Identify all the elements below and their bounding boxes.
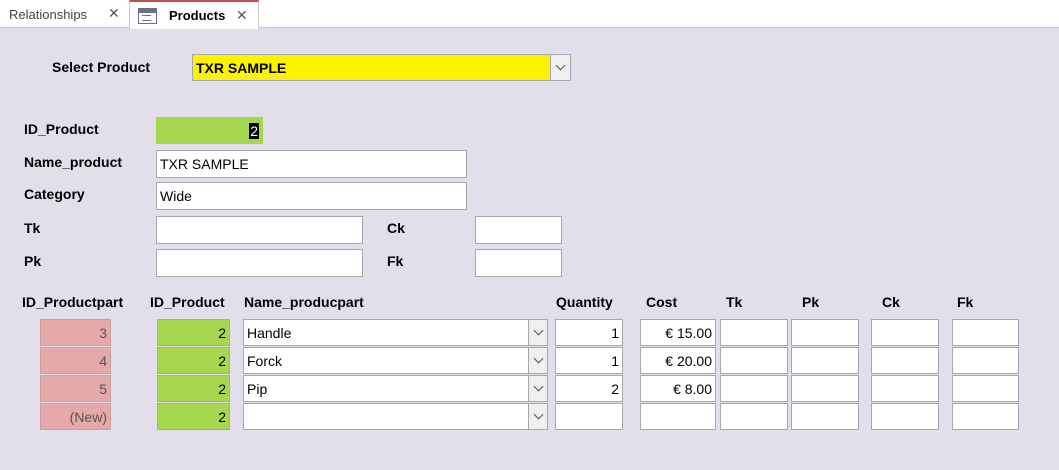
quantity-cell-value: 2 <box>611 380 619 397</box>
chevron-down-icon <box>533 353 543 364</box>
id-product-cell-value: 2 <box>218 352 226 369</box>
pk-label: Pk <box>24 253 42 269</box>
tk-cell[interactable] <box>720 347 788 374</box>
quantity-cell-value: 1 <box>611 324 619 341</box>
tab-products[interactable]: Products ✕ <box>129 0 259 29</box>
tab-relationships[interactable]: Relationships ✕ <box>0 0 128 28</box>
id-productpart-cell[interactable]: 3 <box>40 319 111 346</box>
name-producpart-dropdown-button[interactable] <box>528 347 548 374</box>
name-product-label: Name_product <box>24 154 123 170</box>
tk-cell[interactable] <box>720 375 788 402</box>
tab-relationships-label: Relationships <box>9 6 88 22</box>
id-product-cell[interactable]: 2 <box>157 347 230 374</box>
close-icon[interactable]: ✕ <box>236 7 248 24</box>
ck-label: Ck <box>387 220 405 236</box>
id-product-cell[interactable]: 2 <box>157 319 230 346</box>
quantity-cell[interactable]: 1 <box>555 319 623 346</box>
ck-cell[interactable] <box>871 375 939 402</box>
ck-cell[interactable] <box>871 403 939 430</box>
name-producpart-cell[interactable]: Handle <box>243 319 529 346</box>
pk-field[interactable] <box>156 249 363 277</box>
id-productpart-cell[interactable]: 4 <box>40 347 111 374</box>
column-header-pk: Pk <box>802 294 820 310</box>
tk-field[interactable] <box>156 216 363 244</box>
column-header-name-producpart: Name_producpart <box>244 294 364 310</box>
fk-cell[interactable] <box>952 347 1019 374</box>
select-product-dropdown-button[interactable] <box>550 54 571 81</box>
name-producpart-cell[interactable]: Forck <box>243 347 529 374</box>
id-product-field[interactable]: 2 <box>156 117 263 144</box>
cost-cell[interactable]: € 15.00 <box>640 319 716 346</box>
quantity-cell[interactable]: 1 <box>555 347 623 374</box>
id-productpart-cell-value: 5 <box>99 380 107 397</box>
pk-cell[interactable] <box>791 403 859 430</box>
category-field[interactable]: Wide <box>156 182 467 210</box>
cost-cell[interactable] <box>640 403 716 430</box>
name-producpart-dropdown-button[interactable] <box>528 319 548 346</box>
fk-label: Fk <box>387 253 404 269</box>
name-producpart-dropdown-button[interactable] <box>528 403 548 430</box>
fk-cell[interactable] <box>952 403 1019 430</box>
ck-cell[interactable] <box>871 319 939 346</box>
form-icon <box>138 7 157 24</box>
pk-cell[interactable] <box>791 347 859 374</box>
category-value: Wide <box>160 188 192 204</box>
ck-cell[interactable] <box>871 347 939 374</box>
id-product-cell-value: 2 <box>218 324 226 341</box>
cost-cell-value: € 15.00 <box>665 324 712 341</box>
fk-cell[interactable] <box>952 375 1019 402</box>
name-producpart-cell[interactable] <box>243 403 529 430</box>
name-product-value: TXR SAMPLE <box>160 156 249 172</box>
id-productpart-cell-value: (New) <box>69 408 107 425</box>
column-header-fk: Fk <box>957 294 974 310</box>
quantity-cell[interactable] <box>555 403 623 430</box>
tk-cell[interactable] <box>720 319 788 346</box>
id-product-cell[interactable]: 2 <box>157 403 230 430</box>
id-productpart-cell[interactable]: (New) <box>40 403 111 430</box>
quantity-cell-value: 1 <box>611 352 619 369</box>
id-product-cell-value: 2 <box>218 408 226 425</box>
column-header-id-product: ID_Product <box>150 294 225 310</box>
chevron-down-icon <box>533 325 543 336</box>
cost-cell-value: € 8.00 <box>673 380 712 397</box>
cost-cell[interactable]: € 8.00 <box>640 375 716 402</box>
chevron-down-icon <box>533 409 543 420</box>
name-producpart-dropdown-button[interactable] <box>528 375 548 402</box>
column-header-quantity: Quantity <box>556 294 613 310</box>
ck-field[interactable] <box>475 216 562 244</box>
tk-label: Tk <box>24 220 41 236</box>
select-product-label: Select Product <box>52 59 151 75</box>
close-icon[interactable]: ✕ <box>108 5 120 22</box>
id-product-label: ID_Product <box>24 121 99 137</box>
select-product-combo[interactable]: TXR SAMPLE <box>192 54 551 81</box>
column-header-cost: Cost <box>646 294 678 310</box>
name-product-field[interactable]: TXR SAMPLE <box>156 150 467 178</box>
quantity-cell[interactable]: 2 <box>555 375 623 402</box>
name-producpart-cell-value: Pip <box>247 380 268 397</box>
fk-field[interactable] <box>475 249 562 277</box>
chevron-down-icon <box>533 381 543 392</box>
fk-cell[interactable] <box>952 319 1019 346</box>
pk-cell[interactable] <box>791 375 859 402</box>
id-productpart-cell-value: 3 <box>99 324 107 341</box>
name-producpart-cell-value: Forck <box>247 352 282 369</box>
cost-cell[interactable]: € 20.00 <box>640 347 716 374</box>
tk-cell[interactable] <box>720 403 788 430</box>
id-productpart-cell-value: 4 <box>99 352 107 369</box>
chevron-down-icon <box>555 60 566 71</box>
id-productpart-cell[interactable]: 5 <box>40 375 111 402</box>
id-product-cell[interactable]: 2 <box>157 375 230 402</box>
id-product-cell-value: 2 <box>218 380 226 397</box>
column-header-ck: Ck <box>882 294 900 310</box>
name-producpart-cell[interactable]: Pip <box>243 375 529 402</box>
id-product-value: 2 <box>249 122 259 139</box>
column-header-id-productpart: ID_Productpart <box>22 294 124 310</box>
select-product-value: TXR SAMPLE <box>196 59 287 76</box>
cost-cell-value: € 20.00 <box>665 352 712 369</box>
tab-products-label: Products <box>169 8 226 23</box>
name-producpart-cell-value: Handle <box>247 324 292 341</box>
column-header-tk: Tk <box>726 294 743 310</box>
category-label: Category <box>24 186 85 202</box>
pk-cell[interactable] <box>791 319 859 346</box>
